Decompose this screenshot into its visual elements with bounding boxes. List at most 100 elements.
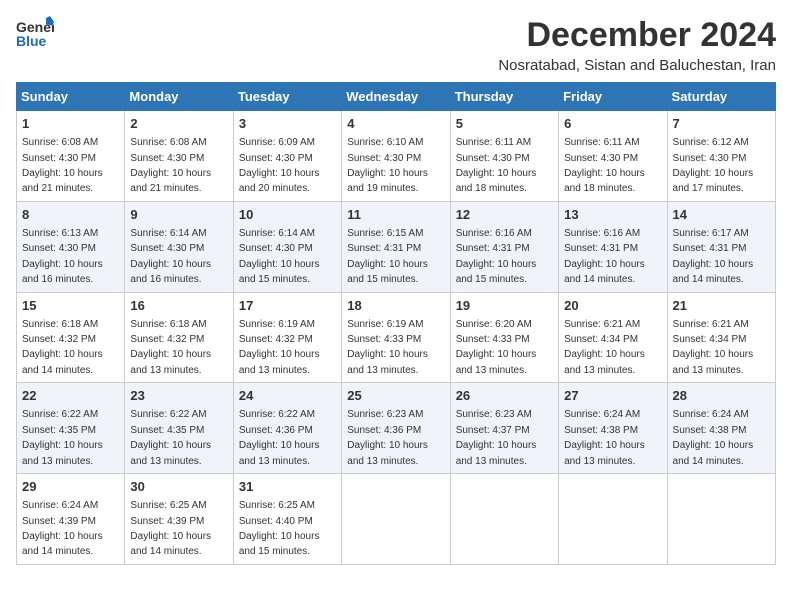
- calendar-day-cell: 24 Sunrise: 6:22 AM Sunset: 4:36 PM Dayl…: [233, 383, 341, 474]
- day-sunrise: Sunrise: 6:11 AM: [456, 137, 531, 148]
- day-sunrise: Sunrise: 6:14 AM: [130, 228, 206, 239]
- calendar-day-cell: 23 Sunrise: 6:22 AM Sunset: 4:35 PM Dayl…: [125, 383, 233, 474]
- day-number: 28: [673, 387, 770, 405]
- col-friday: Friday: [559, 83, 667, 111]
- day-number: 5: [456, 115, 553, 133]
- calendar-day-cell: [450, 474, 558, 565]
- day-daylight: Daylight: 10 hours and 13 minutes.: [564, 349, 645, 375]
- title-block: December 2024 Nosratabad, Sistan and Bal…: [498, 16, 776, 74]
- day-sunset: Sunset: 4:32 PM: [130, 334, 204, 345]
- day-sunset: Sunset: 4:38 PM: [673, 425, 747, 436]
- day-sunset: Sunset: 4:35 PM: [22, 425, 96, 436]
- day-sunset: Sunset: 4:30 PM: [239, 243, 313, 254]
- day-daylight: Daylight: 10 hours and 13 minutes.: [564, 440, 645, 466]
- day-number: 27: [564, 387, 661, 405]
- col-monday: Monday: [125, 83, 233, 111]
- calendar-day-cell: 19 Sunrise: 6:20 AM Sunset: 4:33 PM Dayl…: [450, 292, 558, 383]
- calendar-day-cell: [667, 474, 775, 565]
- calendar-day-cell: 14 Sunrise: 6:17 AM Sunset: 4:31 PM Dayl…: [667, 201, 775, 292]
- calendar-day-cell: 11 Sunrise: 6:15 AM Sunset: 4:31 PM Dayl…: [342, 201, 450, 292]
- calendar-day-cell: 5 Sunrise: 6:11 AM Sunset: 4:30 PM Dayli…: [450, 111, 558, 202]
- svg-text:Blue: Blue: [16, 33, 47, 49]
- calendar-week-4: 22 Sunrise: 6:22 AM Sunset: 4:35 PM Dayl…: [17, 383, 776, 474]
- calendar-day-cell: [559, 474, 667, 565]
- day-sunset: Sunset: 4:33 PM: [456, 334, 530, 345]
- day-daylight: Daylight: 10 hours and 13 minutes.: [347, 349, 428, 375]
- day-sunrise: Sunrise: 6:23 AM: [456, 409, 532, 420]
- day-number: 26: [456, 387, 553, 405]
- day-daylight: Daylight: 10 hours and 15 minutes.: [347, 259, 428, 285]
- calendar-day-cell: 3 Sunrise: 6:09 AM Sunset: 4:30 PM Dayli…: [233, 111, 341, 202]
- col-wednesday: Wednesday: [342, 83, 450, 111]
- day-daylight: Daylight: 10 hours and 16 minutes.: [130, 259, 211, 285]
- day-number: 29: [22, 478, 119, 496]
- day-sunset: Sunset: 4:34 PM: [673, 334, 747, 345]
- day-daylight: Daylight: 10 hours and 13 minutes.: [456, 349, 537, 375]
- day-sunrise: Sunrise: 6:10 AM: [347, 137, 423, 148]
- logo: General Blue: [16, 16, 54, 50]
- day-number: 6: [564, 115, 661, 133]
- calendar-day-cell: 31 Sunrise: 6:25 AM Sunset: 4:40 PM Dayl…: [233, 474, 341, 565]
- day-sunrise: Sunrise: 6:24 AM: [22, 500, 98, 511]
- calendar-day-cell: 25 Sunrise: 6:23 AM Sunset: 4:36 PM Dayl…: [342, 383, 450, 474]
- day-daylight: Daylight: 10 hours and 13 minutes.: [673, 349, 754, 375]
- day-sunset: Sunset: 4:30 PM: [130, 153, 204, 164]
- day-sunrise: Sunrise: 6:16 AM: [564, 228, 640, 239]
- day-number: 7: [673, 115, 770, 133]
- day-daylight: Daylight: 10 hours and 13 minutes.: [239, 349, 320, 375]
- day-number: 25: [347, 387, 444, 405]
- col-sunday: Sunday: [17, 83, 125, 111]
- day-sunset: Sunset: 4:32 PM: [22, 334, 96, 345]
- day-number: 18: [347, 297, 444, 315]
- col-saturday: Saturday: [667, 83, 775, 111]
- day-daylight: Daylight: 10 hours and 14 minutes.: [22, 349, 103, 375]
- day-sunset: Sunset: 4:31 PM: [564, 243, 638, 254]
- calendar-day-cell: 28 Sunrise: 6:24 AM Sunset: 4:38 PM Dayl…: [667, 383, 775, 474]
- day-number: 19: [456, 297, 553, 315]
- day-number: 21: [673, 297, 770, 315]
- day-sunset: Sunset: 4:30 PM: [456, 153, 530, 164]
- day-sunrise: Sunrise: 6:18 AM: [22, 319, 98, 330]
- calendar-day-cell: 8 Sunrise: 6:13 AM Sunset: 4:30 PM Dayli…: [17, 201, 125, 292]
- day-daylight: Daylight: 10 hours and 19 minutes.: [347, 168, 428, 194]
- calendar-day-cell: 18 Sunrise: 6:19 AM Sunset: 4:33 PM Dayl…: [342, 292, 450, 383]
- day-sunset: Sunset: 4:30 PM: [673, 153, 747, 164]
- page-container: General Blue December 2024 Nosratabad, S…: [16, 16, 776, 565]
- calendar-day-cell: 15 Sunrise: 6:18 AM Sunset: 4:32 PM Dayl…: [17, 292, 125, 383]
- day-sunrise: Sunrise: 6:19 AM: [347, 319, 423, 330]
- day-number: 3: [239, 115, 336, 133]
- calendar-day-cell: 2 Sunrise: 6:08 AM Sunset: 4:30 PM Dayli…: [125, 111, 233, 202]
- day-sunset: Sunset: 4:35 PM: [130, 425, 204, 436]
- calendar-week-1: 1 Sunrise: 6:08 AM Sunset: 4:30 PM Dayli…: [17, 111, 776, 202]
- calendar-day-cell: 9 Sunrise: 6:14 AM Sunset: 4:30 PM Dayli…: [125, 201, 233, 292]
- day-number: 15: [22, 297, 119, 315]
- day-number: 1: [22, 115, 119, 133]
- calendar-day-cell: 4 Sunrise: 6:10 AM Sunset: 4:30 PM Dayli…: [342, 111, 450, 202]
- day-sunrise: Sunrise: 6:20 AM: [456, 319, 532, 330]
- day-number: 8: [22, 206, 119, 224]
- day-sunrise: Sunrise: 6:25 AM: [239, 500, 315, 511]
- day-sunset: Sunset: 4:36 PM: [347, 425, 421, 436]
- calendar-week-2: 8 Sunrise: 6:13 AM Sunset: 4:30 PM Dayli…: [17, 201, 776, 292]
- day-sunset: Sunset: 4:31 PM: [347, 243, 421, 254]
- col-tuesday: Tuesday: [233, 83, 341, 111]
- calendar-day-cell: 27 Sunrise: 6:24 AM Sunset: 4:38 PM Dayl…: [559, 383, 667, 474]
- day-number: 10: [239, 206, 336, 224]
- day-number: 13: [564, 206, 661, 224]
- day-daylight: Daylight: 10 hours and 20 minutes.: [239, 168, 320, 194]
- day-sunrise: Sunrise: 6:22 AM: [239, 409, 315, 420]
- day-sunrise: Sunrise: 6:16 AM: [456, 228, 532, 239]
- day-number: 14: [673, 206, 770, 224]
- day-daylight: Daylight: 10 hours and 18 minutes.: [456, 168, 537, 194]
- day-daylight: Daylight: 10 hours and 15 minutes.: [239, 259, 320, 285]
- calendar-week-3: 15 Sunrise: 6:18 AM Sunset: 4:32 PM Dayl…: [17, 292, 776, 383]
- day-daylight: Daylight: 10 hours and 15 minutes.: [239, 531, 320, 557]
- day-daylight: Daylight: 10 hours and 14 minutes.: [564, 259, 645, 285]
- calendar-day-cell: 7 Sunrise: 6:12 AM Sunset: 4:30 PM Dayli…: [667, 111, 775, 202]
- calendar-day-cell: 26 Sunrise: 6:23 AM Sunset: 4:37 PM Dayl…: [450, 383, 558, 474]
- day-number: 2: [130, 115, 227, 133]
- day-number: 23: [130, 387, 227, 405]
- calendar-day-cell: 20 Sunrise: 6:21 AM Sunset: 4:34 PM Dayl…: [559, 292, 667, 383]
- month-title: December 2024: [498, 16, 776, 55]
- calendar-day-cell: 30 Sunrise: 6:25 AM Sunset: 4:39 PM Dayl…: [125, 474, 233, 565]
